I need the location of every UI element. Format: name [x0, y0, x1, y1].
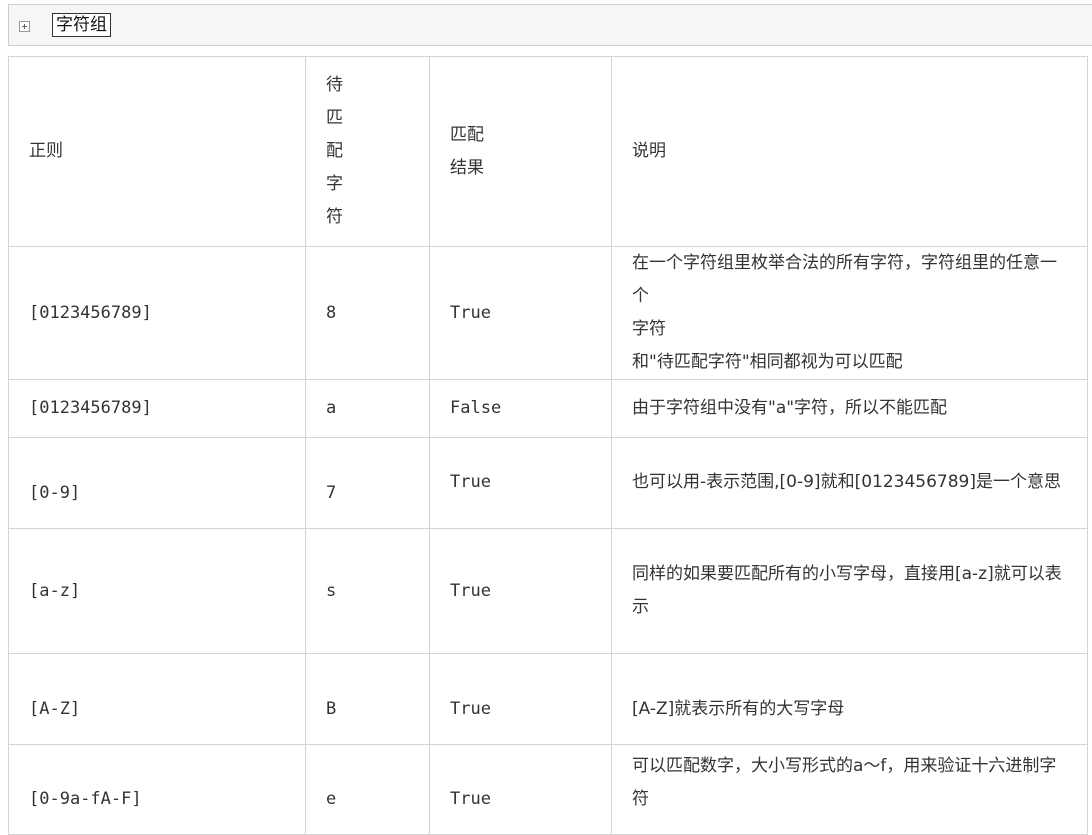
cell-result: True — [429, 528, 612, 654]
header-char-to-match: 待 匹 配 字 符 — [305, 56, 430, 247]
cell-description: 由于字符组中没有"a"字符，所以不能匹配 — [611, 379, 1088, 438]
cell-result: True — [429, 246, 612, 380]
cell-description: [A-Z]就表示所有的大写字母 — [611, 653, 1088, 745]
cell-result: False — [429, 379, 612, 438]
cell-description: 同样的如果要匹配所有的小写字母，直接用[a-z]就可以表 示 — [611, 528, 1088, 654]
table-row: [0-9] 7 True 也可以用-表示范围,[0-9]就和[012345678… — [8, 437, 1088, 529]
regex-char-group-table: 正则 待 匹 配 字 符 匹配 结果 说明 [0123456789] 8 Tru… — [8, 56, 1088, 835]
cell-char: 7 — [305, 437, 430, 529]
cell-description: 也可以用-表示范围,[0-9]就和[0123456789]是一个意思 — [611, 437, 1088, 529]
cell-char: a — [305, 379, 430, 438]
cell-pattern: [0-9a-fA-F] — [8, 744, 306, 835]
table-row: [a-z] s True 同样的如果要匹配所有的小写字母，直接用[a-z]就可以… — [8, 528, 1088, 654]
cell-result: True — [429, 744, 612, 835]
table-row: [A-Z] B True [A-Z]就表示所有的大写字母 — [8, 653, 1088, 745]
table-row: [0-9a-fA-F] e True 可以匹配数字，大小写形式的a～f，用来验证… — [8, 744, 1088, 835]
cell-pattern: [0-9] — [8, 437, 306, 529]
header-match-result: 匹配 结果 — [429, 56, 612, 247]
table-row: [0123456789] a False 由于字符组中没有"a"字符，所以不能匹… — [8, 379, 1088, 438]
cell-pattern: [0123456789] — [8, 246, 306, 380]
cell-char: 8 — [305, 246, 430, 380]
group-header-bar: 字符组 — [8, 4, 1092, 46]
cell-char: s — [305, 528, 430, 654]
group-title-label[interactable]: 字符组 — [52, 13, 111, 37]
cell-description: 在一个字符组里枚举合法的所有字符，字符组里的任意一个 字符 和"待匹配字符"相同… — [611, 246, 1088, 380]
table-header-row: 正则 待 匹 配 字 符 匹配 结果 说明 — [8, 56, 1088, 247]
cell-description: 可以匹配数字，大小写形式的a～f，用来验证十六进制字符 — [611, 744, 1088, 835]
header-description: 说明 — [611, 56, 1088, 247]
table-row: [0123456789] 8 True 在一个字符组里枚举合法的所有字符，字符组… — [8, 246, 1088, 380]
header-pattern: 正则 — [8, 56, 306, 247]
cell-char: B — [305, 653, 430, 745]
cell-result: True — [429, 437, 612, 529]
cell-pattern: [a-z] — [8, 528, 306, 654]
expand-plus-icon[interactable] — [19, 21, 30, 32]
cell-pattern: [A-Z] — [8, 653, 306, 745]
cell-result: True — [429, 653, 612, 745]
cell-pattern: [0123456789] — [8, 379, 306, 438]
cell-char: e — [305, 744, 430, 835]
